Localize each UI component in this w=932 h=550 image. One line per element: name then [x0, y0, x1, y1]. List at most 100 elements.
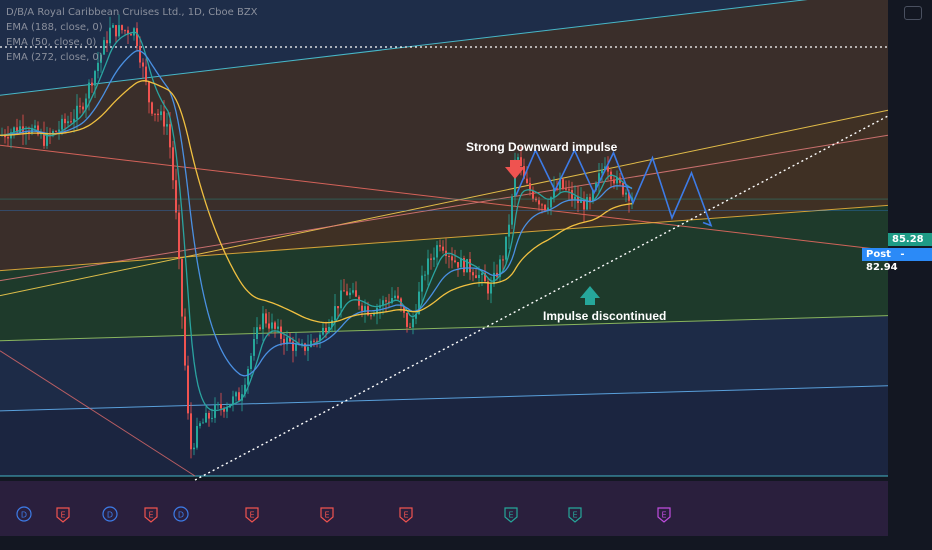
candle-body — [352, 290, 354, 293]
candle-body — [325, 327, 327, 333]
candle-body — [115, 25, 117, 37]
indicator-ema-3[interactable]: EMA (272, close, 0) — [6, 52, 103, 63]
event-label: E — [249, 511, 254, 520]
candle-body — [214, 404, 216, 418]
candle-body — [478, 274, 480, 279]
candle-body — [361, 305, 363, 311]
candle-body — [268, 323, 270, 329]
event-label: E — [508, 511, 513, 520]
candle-body — [274, 322, 276, 329]
last-price-badge: 85.28 — [888, 233, 932, 246]
candle-body — [520, 157, 522, 167]
candle-body — [421, 275, 423, 292]
candle-body — [412, 318, 414, 328]
candle-body — [304, 343, 306, 351]
event-label: E — [324, 511, 329, 520]
candle-body — [76, 105, 78, 119]
candle-body — [571, 190, 573, 200]
candle-body — [136, 28, 138, 46]
candle-body — [427, 258, 429, 275]
candle-body — [346, 291, 348, 296]
candle-body — [259, 327, 261, 330]
candle-body — [409, 326, 411, 328]
candle-body — [307, 347, 309, 351]
candle-body — [193, 447, 195, 450]
candle-body — [394, 295, 396, 299]
candle-body — [517, 157, 519, 160]
candle-body — [55, 131, 57, 133]
candle-body — [253, 339, 255, 356]
candle-body — [184, 316, 186, 366]
candle-body — [442, 246, 444, 251]
annotation-impulse-discontinued: Impulse discontinued — [543, 309, 667, 323]
event-label: E — [403, 511, 408, 520]
candle-body — [457, 262, 459, 268]
candle-body — [562, 179, 564, 189]
post-value: 82.94 — [866, 262, 898, 273]
candle-body — [91, 82, 93, 86]
candle-body — [313, 340, 315, 342]
candle-body — [622, 182, 624, 195]
candle-body — [265, 313, 267, 324]
candle-body — [199, 423, 201, 427]
candle-body — [481, 273, 483, 275]
candle-body — [247, 369, 249, 385]
candle-body — [406, 312, 408, 327]
post-label: Post — [866, 249, 891, 260]
candle-body — [469, 259, 471, 273]
price-chart[interactable]: DEDEDEEEEEE — [0, 0, 932, 550]
candle-body — [175, 180, 177, 213]
candle-body — [130, 34, 132, 36]
candle-body — [433, 257, 435, 260]
candle-body — [568, 189, 570, 191]
candle-body — [385, 300, 387, 302]
candle-body — [97, 62, 99, 72]
events-strip: DEDEDEEEEEE — [0, 481, 932, 550]
candle-body — [82, 106, 84, 110]
event-label: E — [572, 511, 577, 520]
candle-body — [169, 124, 171, 148]
maximize-icon[interactable] — [904, 6, 922, 20]
candle-body — [343, 290, 345, 292]
candle-body — [370, 315, 372, 317]
candle-body — [178, 212, 180, 259]
candle-body — [565, 188, 567, 190]
candle-body — [157, 113, 159, 116]
indicator-ema-2[interactable]: EMA (50, close, 0) — [6, 37, 96, 48]
candle-body — [490, 284, 492, 294]
candle-body — [94, 71, 96, 86]
event-label: E — [60, 511, 65, 520]
candle-body — [7, 137, 9, 139]
candle-body — [139, 45, 141, 63]
candle-body — [454, 260, 456, 263]
candle-body — [397, 295, 399, 299]
last-price-value: 85.28 — [892, 234, 924, 245]
candle-body — [625, 192, 627, 195]
candle-body — [217, 404, 219, 406]
candle-body — [121, 25, 123, 31]
candle-body — [349, 292, 351, 296]
candle-body — [220, 404, 222, 409]
candle-body — [538, 200, 540, 205]
candle-body — [430, 258, 432, 260]
event-label: D — [107, 511, 113, 520]
candle-body — [103, 40, 105, 55]
candle-body — [19, 126, 21, 133]
event-label: E — [661, 511, 666, 520]
candle-body — [364, 306, 366, 311]
candle-body — [187, 365, 189, 414]
candle-body — [505, 236, 507, 260]
candle-body — [13, 127, 15, 133]
candle-body — [277, 326, 279, 329]
candle-body — [34, 125, 36, 128]
candle-body — [208, 412, 210, 419]
candle-body — [232, 396, 234, 405]
candle-body — [295, 343, 297, 351]
candle-body — [154, 113, 156, 115]
candle-body — [337, 306, 339, 309]
candle-body — [532, 190, 534, 199]
candle-body — [613, 179, 615, 184]
post-price-badge: Post - 82.94 — [862, 248, 932, 273]
indicator-ema-1[interactable]: EMA (188, close, 0) — [6, 22, 103, 33]
candle-body — [202, 422, 204, 424]
